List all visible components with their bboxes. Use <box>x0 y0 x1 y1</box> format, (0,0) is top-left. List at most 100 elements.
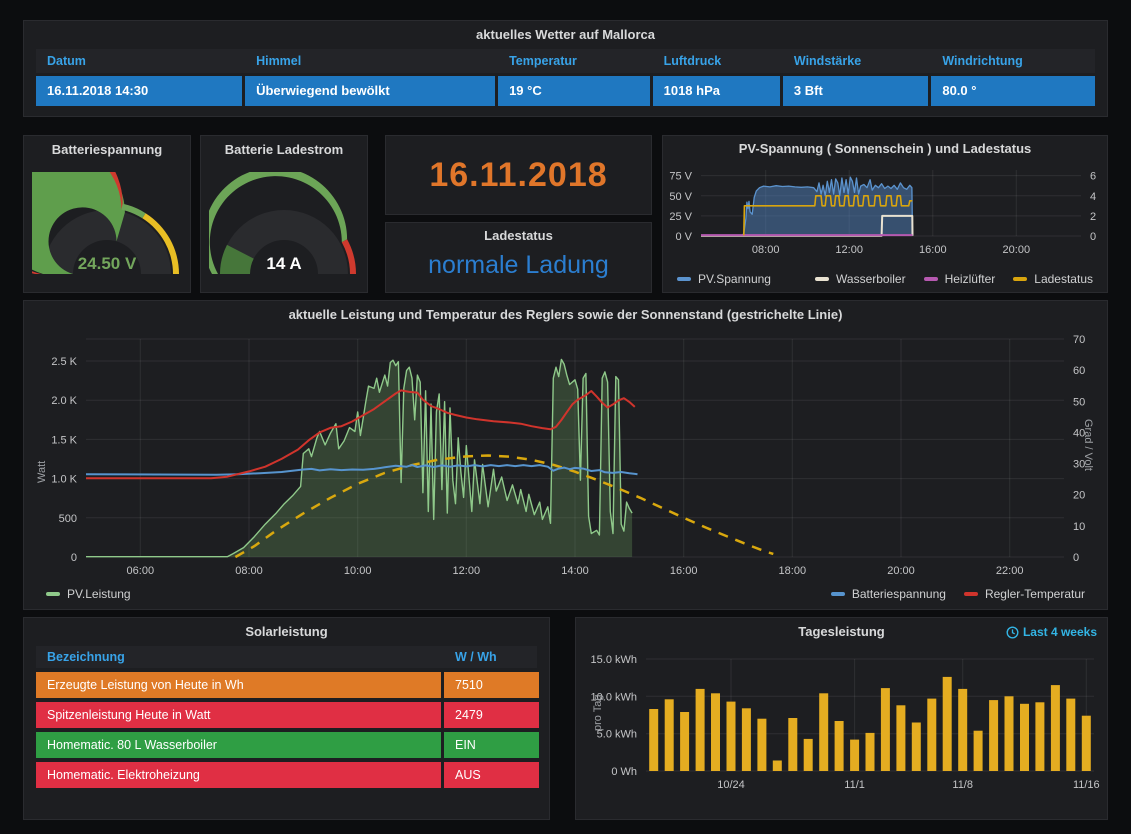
solar-table-row: Spitzenleistung Heute in Watt2479 <box>36 702 537 728</box>
svg-text:06:00: 06:00 <box>127 565 155 577</box>
svg-text:20:00: 20:00 <box>1003 244 1031 256</box>
panel-solar-table: Solarleistung BezeichnungW / Wh Erzeugte… <box>23 617 550 820</box>
solar-row-label: Homematic. 80 L Wasserboiler <box>36 732 441 758</box>
solar-row-value: 2479 <box>444 702 539 728</box>
weather-column-header: Temperatur <box>498 49 650 73</box>
svg-text:16:00: 16:00 <box>670 565 698 577</box>
svg-text:0: 0 <box>71 552 77 564</box>
svg-text:10:00: 10:00 <box>344 565 372 577</box>
solar-table-row: Homematic. 80 L WasserboilerEIN <box>36 732 537 758</box>
svg-text:20:00: 20:00 <box>887 565 915 577</box>
solar-column-header: W / Wh <box>444 646 539 668</box>
legend-swatch <box>677 277 691 281</box>
legend-item[interactable]: PV.Leistung <box>46 587 131 601</box>
legend-swatch <box>964 592 978 596</box>
svg-text:12:00: 12:00 <box>453 565 481 577</box>
charge-status-title[interactable]: Ladestatus <box>386 223 651 249</box>
time-range-link[interactable]: Last 4 weeks <box>1006 625 1097 639</box>
legend-label: Wasserboiler <box>836 272 906 286</box>
svg-text:22:00: 22:00 <box>996 565 1024 577</box>
weather-value-cell: 3 Bft <box>783 76 928 106</box>
legend-label: Heizlüfter <box>945 272 996 286</box>
battery-current-title[interactable]: Batterie Ladestrom <box>201 136 367 164</box>
legend-item[interactable]: Wasserboiler <box>815 272 906 286</box>
main-chart-right-axis-label: Grad / Volt <box>1082 419 1094 471</box>
main-chart-legend: PV.Leistung Batteriespannung Regler-Temper… <box>46 587 1085 601</box>
solar-table-title[interactable]: Solarleistung <box>24 618 549 646</box>
svg-text:50: 50 <box>1073 396 1085 408</box>
weather-value-cell: 1018 hPa <box>653 76 780 106</box>
panel-date: 16.11.2018 <box>385 135 652 215</box>
svg-text:500: 500 <box>59 513 77 525</box>
pv-chart-plot: 08:0012:0016:0020:000 V25 V50 V75 V0246 <box>663 164 1107 269</box>
legend-swatch <box>924 277 938 281</box>
svg-text:2: 2 <box>1090 211 1096 223</box>
time-range-label: Last 4 weeks <box>1023 625 1097 639</box>
legend-item[interactable]: Ladestatus <box>1013 272 1093 286</box>
svg-text:0 Wh: 0 Wh <box>611 766 637 778</box>
svg-text:11/8: 11/8 <box>952 779 973 791</box>
daily-chart-y-axis-label: pro Tag <box>592 695 604 732</box>
weather-value-cell: 19 °C <box>498 76 650 106</box>
battery-voltage-gauge: 24.50 V <box>24 172 190 284</box>
svg-text:08:00: 08:00 <box>235 565 263 577</box>
legend-swatch <box>831 592 845 596</box>
main-chart-plot: 06:00 08:00 10:00 12:00 14:00 16:00 18:00 20:00… <box>24 329 1107 586</box>
svg-text:2.5 K: 2.5 K <box>51 356 77 368</box>
legend-label: Batteriespannung <box>852 587 946 601</box>
svg-text:16:00: 16:00 <box>919 244 947 256</box>
battery-current-gauge: 14 A <box>201 172 367 284</box>
svg-text:14:00: 14:00 <box>561 565 589 577</box>
clock-icon <box>1006 626 1019 639</box>
solar-table-header: BezeichnungW / Wh <box>36 646 537 668</box>
svg-text:18:00: 18:00 <box>779 565 807 577</box>
panel-battery-current: Batterie Ladestrom 14 A <box>200 135 368 293</box>
weather-value-cell: 80.0 ° <box>931 76 1095 106</box>
svg-text:75 V: 75 V <box>669 171 692 183</box>
weather-table-header: DatumHimmelTemperaturLuftdruckWindstärke… <box>36 49 1095 73</box>
svg-text:6: 6 <box>1090 171 1096 183</box>
solar-table-row: Erzeugte Leistung von Heute in Wh7510 <box>36 672 537 698</box>
svg-text:60: 60 <box>1073 365 1085 377</box>
daily-chart-plot: 0 Wh5.0 kWh10.0 kWh15.0 kWh10/2411/111/8… <box>576 646 1107 801</box>
legend-swatch <box>1013 277 1027 281</box>
legend-item[interactable]: PV.Spannung <box>677 272 771 286</box>
svg-text:11/1: 11/1 <box>844 779 865 791</box>
main-chart-title[interactable]: aktuelle Leistung und Temperatur des Reg… <box>24 301 1107 329</box>
svg-text:0: 0 <box>1073 552 1079 564</box>
legend-label: PV.Spannung <box>698 272 771 286</box>
panel-charge-status: Ladestatus normale Ladung <box>385 222 652 293</box>
legend-item[interactable]: Heizlüfter <box>924 272 996 286</box>
svg-text:20: 20 <box>1073 490 1085 502</box>
solar-row-value: EIN <box>444 732 539 758</box>
grafana-dashboard: aktuelles Wetter auf Mallorca DatumHimme… <box>0 0 1131 834</box>
svg-text:10: 10 <box>1073 521 1085 533</box>
solar-table-row: Homematic. ElektroheizungAUS <box>36 762 537 788</box>
svg-text:1.0 K: 1.0 K <box>51 474 77 486</box>
svg-text:50 V: 50 V <box>669 191 692 203</box>
svg-text:0 V: 0 V <box>675 231 692 243</box>
panel-weather-title[interactable]: aktuelles Wetter auf Mallorca <box>24 21 1107 49</box>
svg-text:12:00: 12:00 <box>835 244 863 256</box>
weather-column-header: Windrichtung <box>931 49 1095 73</box>
solar-table-rows: Erzeugte Leistung von Heute in Wh7510 Spi… <box>24 672 549 788</box>
weather-column-header: Windstärke <box>783 49 928 73</box>
legend-label: Regler-Temperatur <box>985 587 1085 601</box>
panel-pv-voltage-chart: PV-Spannung ( Sonnenschein ) und Ladesta… <box>662 135 1108 293</box>
pv-chart-legend: PV.Spannung Wasserboiler Heizlüfter Ladesta… <box>677 272 1093 286</box>
legend-swatch <box>46 592 60 596</box>
svg-text:15.0 kWh: 15.0 kWh <box>591 654 637 666</box>
legend-item[interactable]: Batteriespannung <box>831 587 946 601</box>
weather-table-values: 16.11.2018 14:30Überwiegend bewölkt19 °C… <box>36 76 1095 106</box>
pv-chart-title[interactable]: PV-Spannung ( Sonnenschein ) und Ladesta… <box>663 136 1107 162</box>
svg-text:24.50 V: 24.50 V <box>78 254 137 273</box>
legend-item[interactable]: Regler-Temperatur <box>964 587 1085 601</box>
panel-weather: aktuelles Wetter auf Mallorca DatumHimme… <box>23 20 1108 117</box>
svg-text:14 A: 14 A <box>266 254 301 273</box>
battery-voltage-title[interactable]: Batteriespannung <box>24 136 190 164</box>
main-chart-left-axis-label: Watt <box>36 461 48 483</box>
weather-value-cell: 16.11.2018 14:30 <box>36 76 242 106</box>
svg-text:4: 4 <box>1090 191 1096 203</box>
legend-label: PV.Leistung <box>67 587 131 601</box>
svg-text:11/16: 11/16 <box>1073 779 1100 791</box>
